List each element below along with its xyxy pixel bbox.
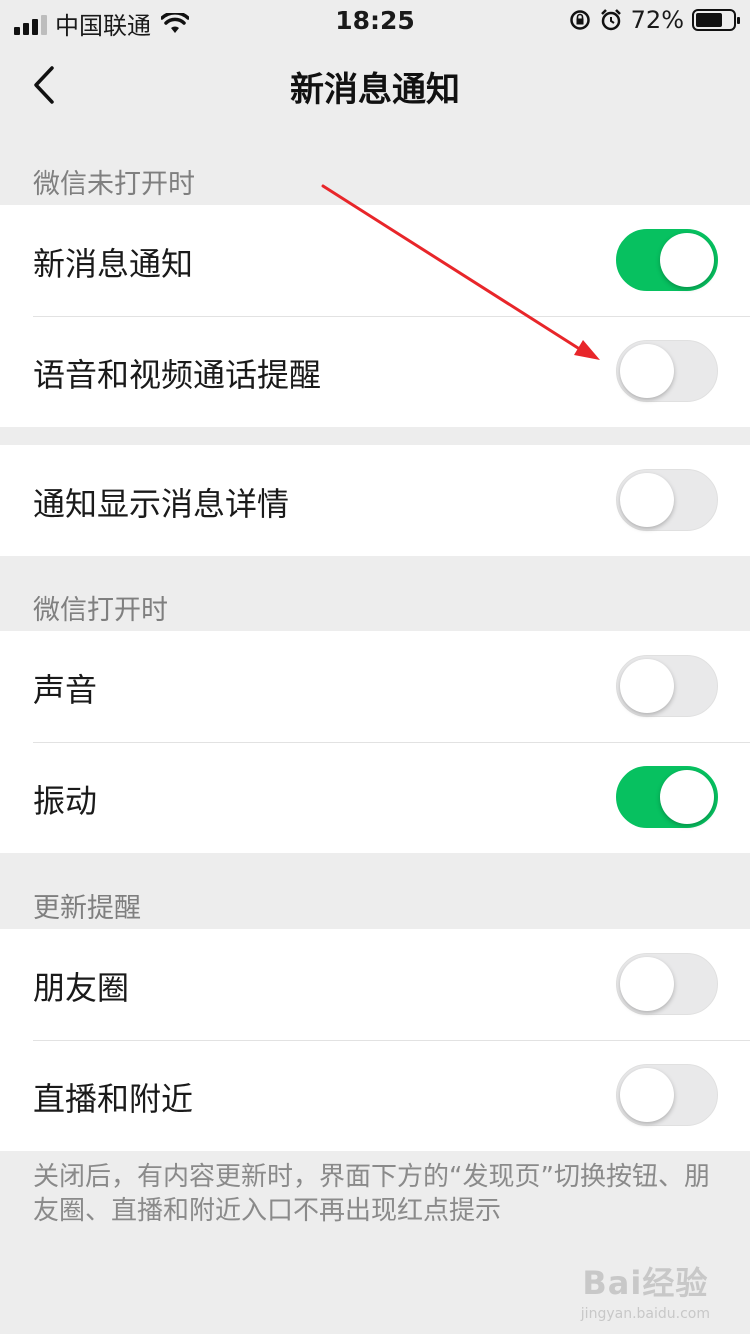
battery-fill <box>696 13 722 27</box>
rotation-lock-icon <box>569 10 590 30</box>
settings-group-wechat-closed: 新消息通知 语音和视频通话提醒 <box>0 205 750 427</box>
section-label-update-reminders: 更新提醒 <box>33 893 141 924</box>
battery-percent: 72% <box>630 6 684 34</box>
toggle-knob <box>620 344 674 398</box>
row-label-voice-video: 语音和视频通话提醒 <box>33 356 322 394</box>
alarm-icon <box>600 9 621 31</box>
page-title: 新消息通知 <box>290 70 460 110</box>
footer-note: 关闭后，有内容更新时，界面下方的“发现页”切换按钮、朋友圈、直播和附近入口不再出… <box>33 1162 710 1226</box>
settings-group-wechat-open: 声音 振动 <box>0 631 750 853</box>
row-label-new-message: 新消息通知 <box>33 245 194 283</box>
row-new-message: 新消息通知 <box>0 205 750 316</box>
row-voice-video: 语音和视频通话提醒 <box>0 316 750 427</box>
toggle-knob <box>620 1068 674 1122</box>
row-label-vibrate: 振动 <box>33 782 98 820</box>
section-label-wechat-open: 微信打开时 <box>33 595 168 626</box>
toggle-knob <box>660 770 714 824</box>
row-label-sound: 声音 <box>33 671 98 709</box>
row-sound: 声音 <box>0 631 750 742</box>
toggle-new-message[interactable] <box>616 229 718 291</box>
row-label-show-details: 通知显示消息详情 <box>33 485 290 523</box>
row-vibrate: 振动 <box>0 742 750 853</box>
row-label-live-nearby: 直播和附近 <box>33 1080 194 1118</box>
row-show-details: 通知显示消息详情 <box>0 445 750 556</box>
settings-group-details: 通知显示消息详情 <box>0 445 750 556</box>
toggle-moments[interactable] <box>616 953 718 1015</box>
section-label-wechat-closed: 微信未打开时 <box>33 169 195 200</box>
row-moments: 朋友圈 <box>0 929 750 1040</box>
watermark-url: jingyan.baidu.com <box>580 1306 710 1322</box>
toggle-knob <box>620 957 674 1011</box>
settings-group-update-reminders: 朋友圈 直播和附近 <box>0 929 750 1151</box>
toggle-knob <box>620 659 674 713</box>
row-live-nearby: 直播和附近 <box>0 1040 750 1151</box>
toggle-vibrate[interactable] <box>616 766 718 828</box>
toggle-live-nearby[interactable] <box>616 1064 718 1126</box>
row-label-moments: 朋友圈 <box>33 969 130 1007</box>
status-bar: 中国联通 18:25 72% <box>0 0 750 40</box>
status-right: 72% <box>569 6 740 34</box>
nav-bar: 新消息通知 <box>0 40 750 130</box>
toggle-voice-video[interactable] <box>616 340 718 402</box>
watermark: Bai经验 jingyan.baidu.com <box>581 1258 710 1322</box>
toggle-show-details[interactable] <box>616 469 718 531</box>
battery-icon <box>692 9 740 31</box>
toggle-knob <box>620 473 674 527</box>
watermark-logo: Bai经验 <box>582 1264 709 1302</box>
toggle-sound[interactable] <box>616 655 718 717</box>
toggle-knob <box>660 233 714 287</box>
